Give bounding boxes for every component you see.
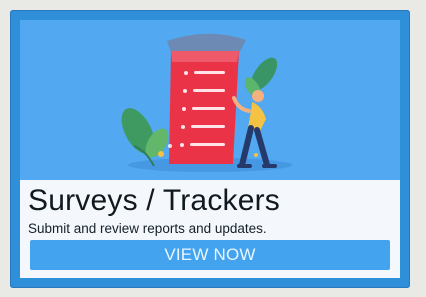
view-now-button-label: VIEW NOW (164, 245, 256, 264)
card-title: Surveys / Trackers (28, 184, 280, 217)
survey-illustration (20, 20, 400, 180)
surveys-trackers-card[interactable]: Surveys / Trackers Submit and review rep… (10, 10, 410, 288)
view-now-button[interactable]: VIEW NOW (30, 240, 390, 270)
card-description: Submit and review reports and updates. (28, 221, 267, 236)
card-content: Surveys / Trackers Submit and review rep… (20, 180, 400, 278)
